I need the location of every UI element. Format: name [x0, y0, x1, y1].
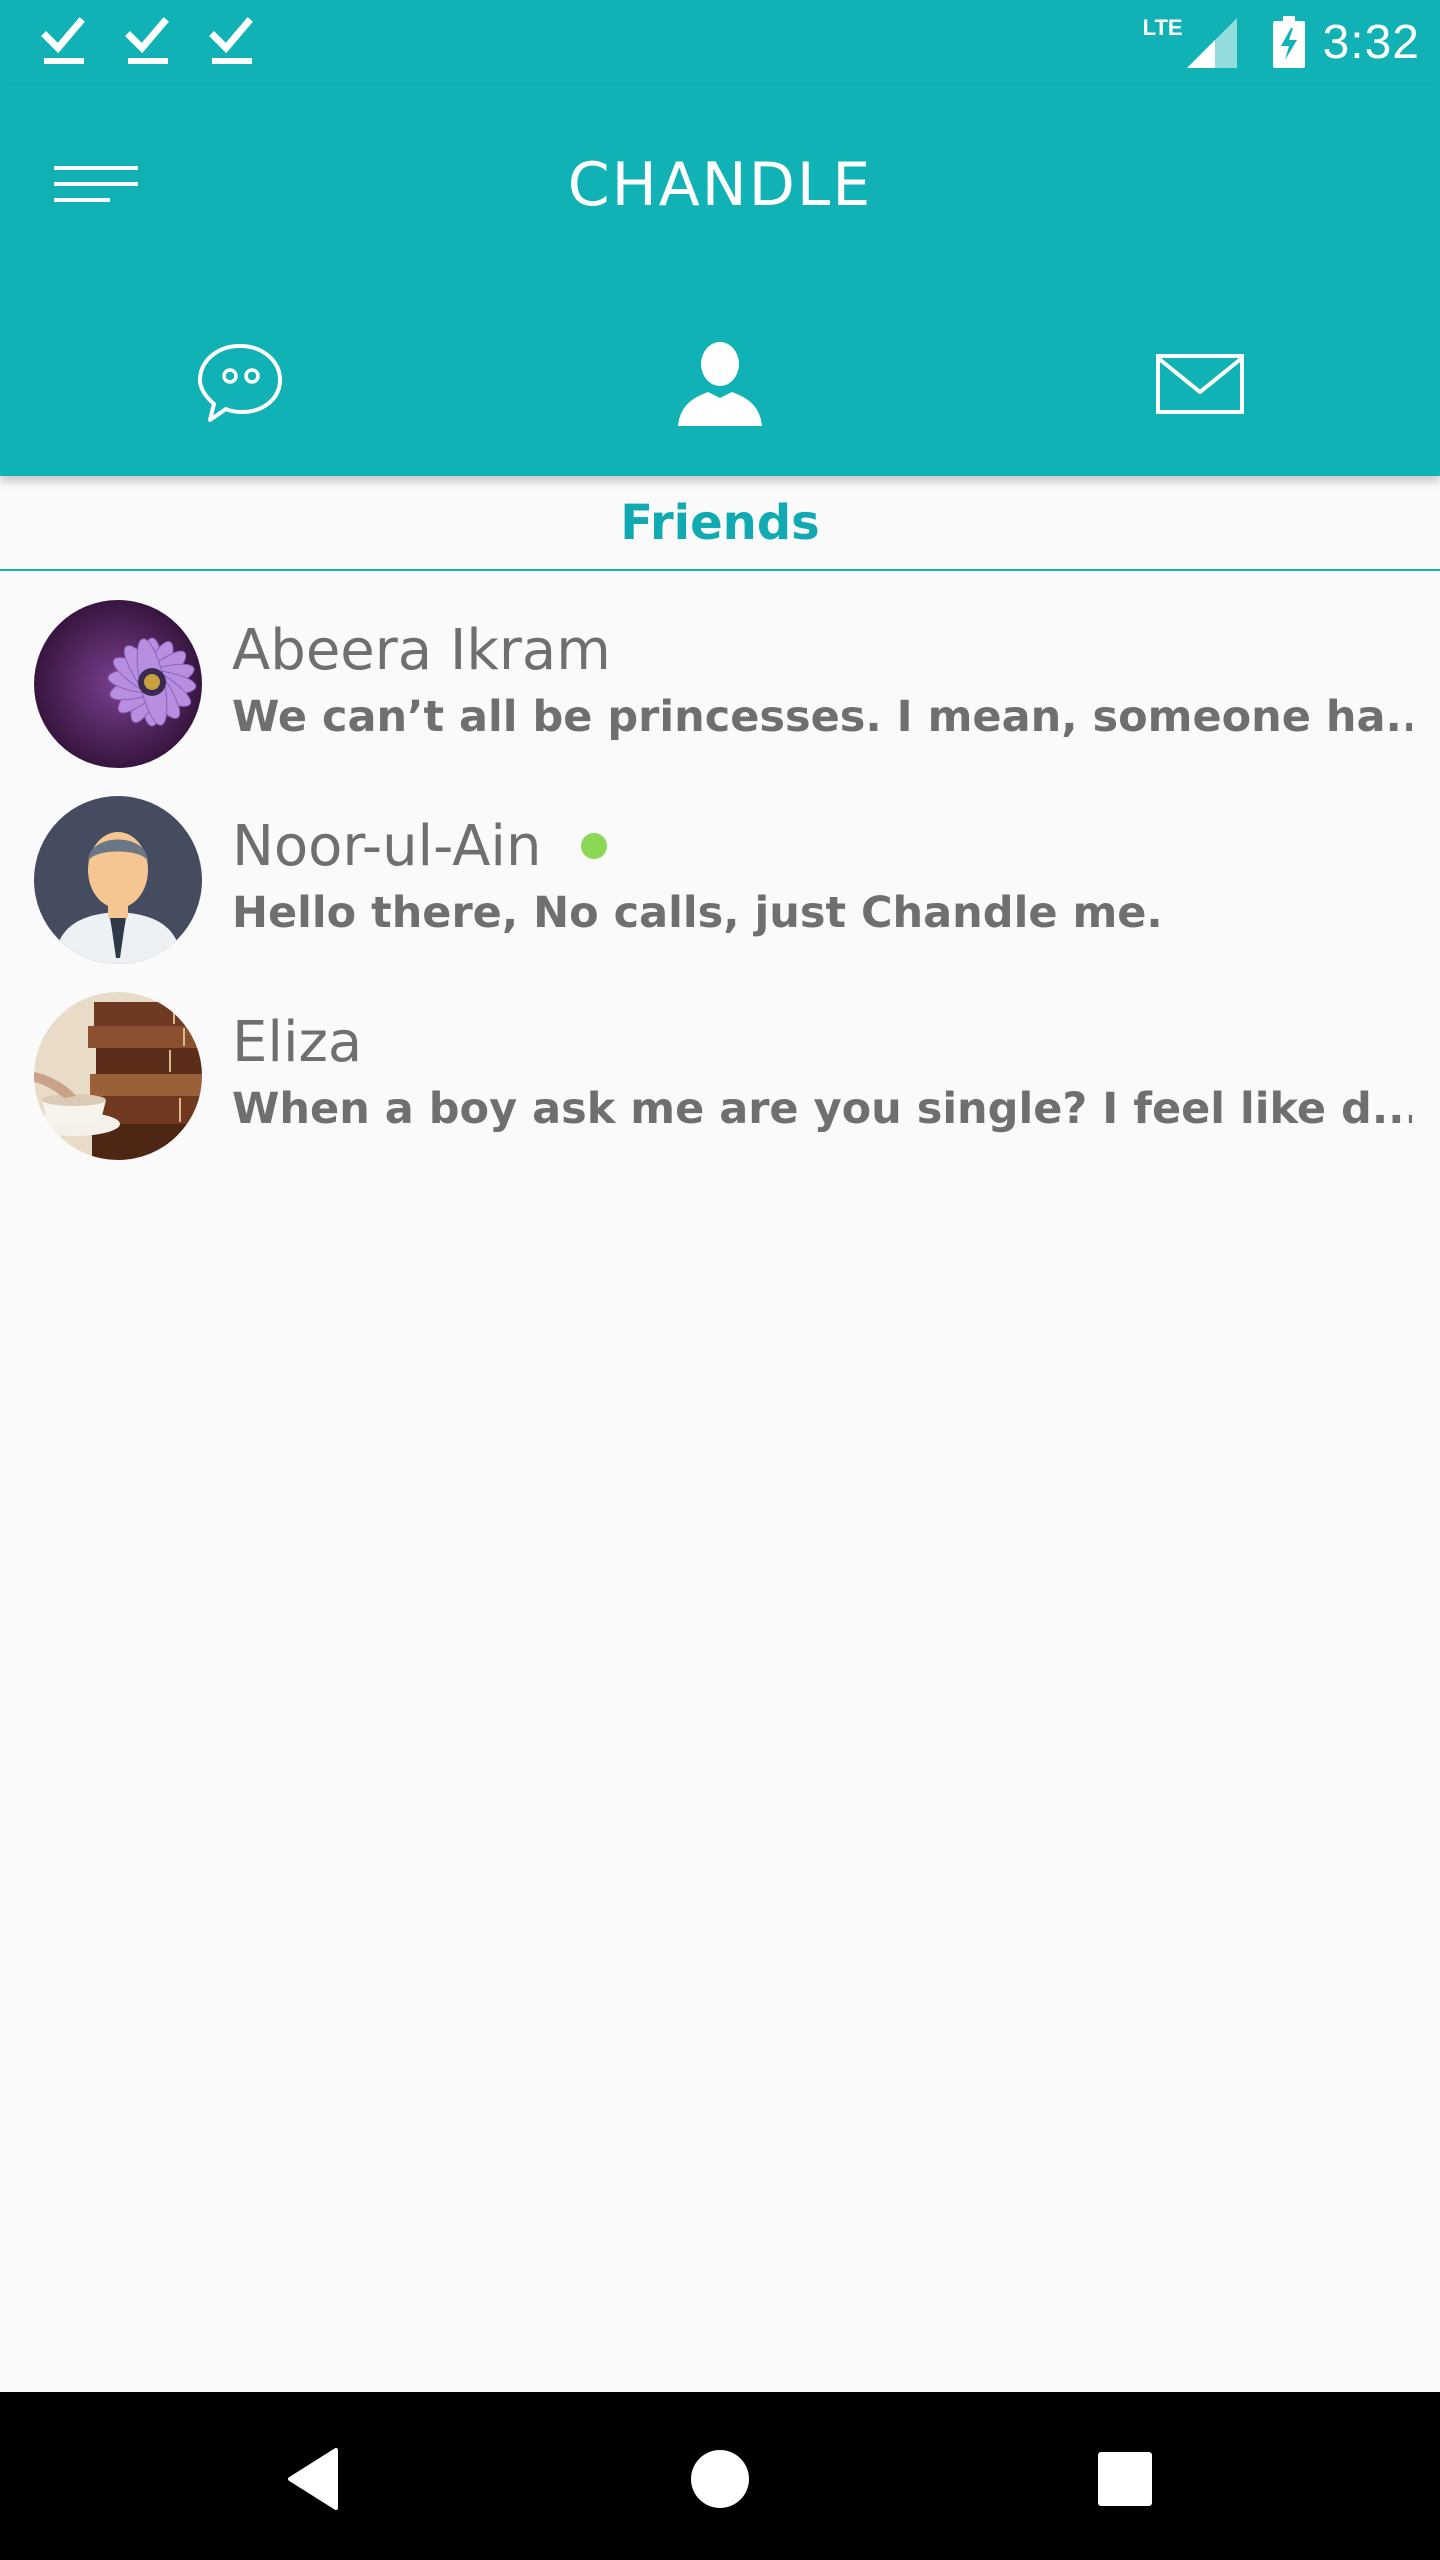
battery-charging-icon	[1272, 16, 1305, 68]
tab-friends[interactable]	[660, 324, 780, 444]
back-button[interactable]	[270, 2434, 360, 2524]
purple-flower-avatar	[34, 600, 202, 768]
friend-name: Eliza	[232, 1010, 363, 1075]
home-button[interactable]	[675, 2434, 765, 2524]
avatar	[34, 992, 202, 1160]
clock: 3:32	[1322, 15, 1420, 69]
friend-name: Noor-ul-Ain	[232, 814, 608, 879]
list-item[interactable]: Noor-ul-Ain Hello there, No calls, just …	[0, 786, 1440, 982]
status-bar: LTE 3:32	[0, 0, 1440, 84]
tab-messages[interactable]	[1140, 324, 1260, 444]
last-message: When a boy ask me are you single? I feel…	[232, 1084, 1412, 1134]
app-bar: CHANDLE	[0, 84, 1440, 476]
books-teacup-avatar	[34, 992, 202, 1160]
signal-icon	[1186, 18, 1237, 68]
recents-icon	[1098, 2452, 1152, 2506]
friend-name-text: Noor-ul-Ain	[232, 814, 542, 879]
status-indicators: LTE 3:32	[1143, 0, 1420, 84]
list-item[interactable]: Abeera Ikram We can’t all be princesses.…	[0, 590, 1440, 786]
person-icon	[678, 342, 762, 426]
back-icon	[288, 2448, 338, 2510]
system-nav-bar	[0, 2392, 1440, 2560]
check-icon	[125, 17, 169, 64]
chat-bubble-icon	[198, 344, 282, 422]
list-item[interactable]: Eliza When a boy ask me are you single? …	[0, 982, 1440, 1178]
recents-button[interactable]	[1080, 2434, 1170, 2524]
home-icon	[691, 2450, 749, 2508]
check-icon	[209, 17, 253, 64]
avatar	[34, 796, 202, 964]
friends-list: Abeera Ikram We can’t all be princesses.…	[0, 590, 1440, 1178]
tab-chats[interactable]	[180, 324, 300, 444]
online-indicator	[581, 832, 608, 859]
app-title: CHANDLE	[567, 150, 873, 220]
man-in-tie-avatar	[34, 796, 202, 964]
friend-name: Abeera Ikram	[232, 618, 611, 683]
last-message: Hello there, No calls, just Chandle me.	[232, 888, 1163, 938]
network-type: LTE	[1142, 15, 1183, 40]
last-message: We can’t all be princesses. I mean, some…	[232, 692, 1412, 742]
section-divider	[0, 569, 1440, 571]
check-icon	[41, 17, 85, 64]
section-title-friends: Friends	[620, 495, 820, 551]
avatar	[34, 600, 202, 768]
envelope-icon	[1156, 354, 1244, 414]
